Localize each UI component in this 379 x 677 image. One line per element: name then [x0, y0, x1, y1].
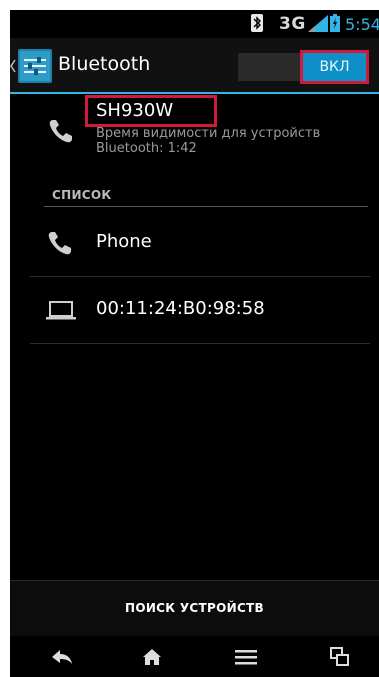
back-button[interactable]: [32, 636, 92, 677]
recent-apps-icon: [330, 646, 349, 666]
laptop-icon: [46, 301, 76, 320]
visibility-timeout-text: Время видимости для устройств Bluetooth:…: [96, 126, 321, 156]
home-icon: [143, 648, 161, 665]
signal-icon: [308, 15, 328, 32]
phone-icon: [48, 232, 71, 255]
device-name[interactable]: SH930W: [85, 95, 217, 127]
bluetooth-settings-icon[interactable]: [18, 49, 52, 83]
scan-devices-bar: ПОИСК УСТРОЙСТВ: [10, 580, 379, 636]
section-divider: [44, 206, 368, 207]
page-title: Bluetooth: [58, 53, 151, 75]
scan-devices-button[interactable]: ПОИСК УСТРОЙСТВ: [10, 581, 379, 636]
phone-icon: [49, 120, 72, 143]
up-caret-icon[interactable]: [10, 59, 16, 73]
status-time: 5:54: [345, 15, 379, 34]
bluetooth-toggle-on-button[interactable]: ВКЛ: [300, 50, 369, 84]
network-type: 3G: [279, 14, 306, 34]
phone-screen: 3G 5:54 Bluetooth ВКЛ SH930W Время видим…: [10, 10, 379, 677]
bluetooth-icon: [251, 14, 263, 32]
back-icon: [52, 649, 72, 664]
list-divider: [30, 343, 370, 344]
navigation-bar: [10, 636, 379, 677]
list-item-label: 00:11:24:B0:98:58: [96, 298, 265, 319]
list-item-label: Phone: [96, 231, 152, 252]
action-bar: Bluetooth ВКЛ: [10, 38, 379, 94]
status-bar: 3G 5:54: [10, 10, 379, 38]
home-button[interactable]: [122, 636, 182, 677]
list-item-computer[interactable]: 00:11:24:B0:98:58: [10, 277, 379, 343]
menu-icon: [235, 649, 257, 664]
battery-icon: [330, 14, 340, 32]
recent-apps-button[interactable]: [310, 636, 370, 677]
list-item-phone[interactable]: Phone: [10, 210, 379, 276]
content-area: SH930W Время видимости для устройств Blu…: [10, 94, 379, 580]
paired-list-header: СПИСОК: [52, 188, 112, 202]
local-device-header[interactable]: SH930W Время видимости для устройств Blu…: [10, 94, 379, 180]
menu-button[interactable]: [216, 636, 276, 677]
